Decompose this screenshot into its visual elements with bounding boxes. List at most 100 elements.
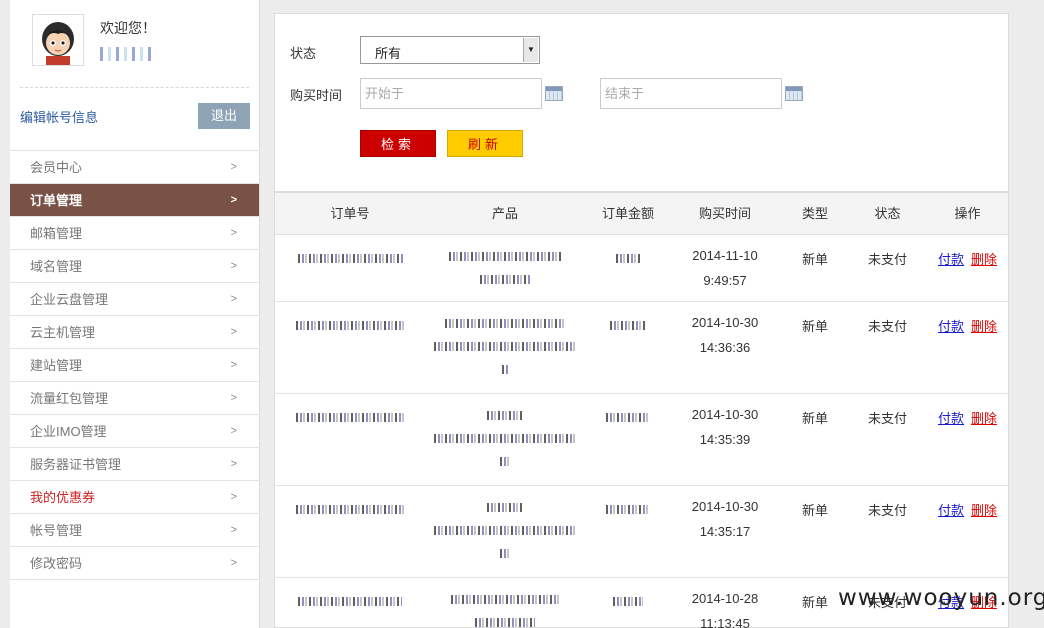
sidebar-item[interactable]: 我的优惠券 > xyxy=(10,481,259,514)
order-type: 新单 xyxy=(801,319,828,334)
sidebar-item-label: 邮箱管理 xyxy=(30,226,83,241)
purchase-clock: 14:36:36 xyxy=(699,340,751,355)
chevron-right-icon: > xyxy=(230,161,237,173)
sidebar-item-label: 订单管理 xyxy=(30,193,83,208)
purchase-time: 2014-10-30 14:35:39 xyxy=(665,402,785,452)
calendar-icon[interactable] xyxy=(785,86,803,101)
amount-redacted xyxy=(593,502,663,517)
purchase-time: 2014-10-30 14:36:36 xyxy=(665,310,785,360)
order-id-redacted xyxy=(290,410,410,425)
column-header: 订单金额 xyxy=(601,206,654,221)
sidebar-item[interactable]: 帐号管理 > xyxy=(10,514,259,547)
amount-redacted xyxy=(593,318,663,333)
column-header: 状态 xyxy=(874,206,901,221)
logout-button[interactable]: 退出 xyxy=(198,103,250,129)
table-row: 2014-10-30 14:35:39 新单 未支付 付款 删除 xyxy=(275,394,1008,486)
sidebar-item[interactable]: 邮箱管理 > xyxy=(10,217,259,250)
purchase-date: 2014-10-30 xyxy=(691,499,759,514)
order-type: 新单 xyxy=(801,503,828,518)
sidebar-item-label: 我的优惠券 xyxy=(30,490,96,505)
edit-account-link[interactable]: 编辑帐号信息 xyxy=(20,107,98,126)
table-header: 订单号 产品 订单金额 购买时间 类型 状态 操作 xyxy=(275,193,1008,235)
amount-redacted xyxy=(593,410,663,425)
pay-link[interactable]: 付款 xyxy=(938,503,964,518)
sidebar-item[interactable]: 订单管理 > xyxy=(10,184,259,217)
order-type: 新单 xyxy=(801,252,828,267)
amount-redacted xyxy=(593,594,663,609)
table-row: 2014-11-10 9:49:57 新单 未支付 付款 删除 xyxy=(275,235,1008,302)
status-select[interactable]: 所有 ▼ xyxy=(360,36,540,64)
pay-link[interactable]: 付款 xyxy=(938,252,964,267)
user-avatar xyxy=(32,14,84,66)
chevron-right-icon: > xyxy=(230,194,237,206)
search-button[interactable]: 检索 xyxy=(360,130,436,157)
purchase-time: 2014-10-28 11:13:45 xyxy=(665,586,785,628)
order-status: 未支付 xyxy=(867,503,907,518)
sidebar-item-label: 修改密码 xyxy=(30,556,83,571)
chevron-right-icon: > xyxy=(230,227,237,239)
sidebar-item[interactable]: 流量红包管理 > xyxy=(10,382,259,415)
sidebar-item-label: 云主机管理 xyxy=(30,325,96,340)
sidebar-item-label: 帐号管理 xyxy=(30,523,83,538)
delete-link[interactable]: 删除 xyxy=(971,252,997,267)
order-table-body: 2014-11-10 9:49:57 新单 未支付 付款 删除 2014-10-30 14:3… xyxy=(275,235,1008,628)
purchase-time-label: 购买时间 xyxy=(290,88,343,103)
order-status: 未支付 xyxy=(867,411,907,426)
sidebar-item[interactable]: 域名管理 > xyxy=(10,250,259,283)
purchase-time: 2014-11-10 9:49:57 xyxy=(665,243,785,293)
chevron-right-icon: > xyxy=(230,326,237,338)
purchase-date: 2014-10-28 xyxy=(691,591,759,606)
watermark: www.wooyun.org xyxy=(838,585,1044,611)
table-row: 2014-10-30 14:35:17 新单 未支付 付款 删除 xyxy=(275,486,1008,578)
main-panel: 状态 所有 ▼ 购买时间 开始于 结束于 检索 刷新 订单号 产品 订单金额 购买时间… xyxy=(274,13,1009,628)
purchase-date: 2014-11-10 xyxy=(692,248,758,263)
purchase-clock: 14:35:39 xyxy=(699,432,751,447)
chevron-right-icon: > xyxy=(230,392,237,404)
avatar-icon xyxy=(33,15,83,65)
user-box: 欢迎您！ xyxy=(20,0,249,88)
amount-redacted xyxy=(593,251,663,266)
sidebar-item[interactable]: 会员中心 > xyxy=(10,151,259,184)
start-date-input[interactable]: 开始于 xyxy=(360,78,542,109)
order-id-redacted xyxy=(290,318,410,333)
sidebar-menu: 会员中心 > 订单管理 > 邮箱管理 > 域名管理 > 企业云盘管理 > 云主机管理 > 建站管理 > 流量… xyxy=(10,150,259,580)
delete-link[interactable]: 删除 xyxy=(971,503,997,518)
sidebar-item-label: 服务器证书管理 xyxy=(30,457,122,472)
sidebar-item[interactable]: 建站管理 > xyxy=(10,349,259,382)
pay-link[interactable]: 付款 xyxy=(938,411,964,426)
sidebar-item[interactable]: 修改密码 > xyxy=(10,547,259,580)
calendar-icon[interactable] xyxy=(545,86,563,101)
sidebar-item[interactable]: 企业IMO管理 > xyxy=(10,415,259,448)
order-id-redacted xyxy=(290,251,410,266)
order-actions: 付款 删除 xyxy=(925,249,1010,268)
welcome-text: 欢迎您！ xyxy=(100,20,156,36)
order-status: 未支付 xyxy=(867,319,907,334)
sidebar-item[interactable]: 服务器证书管理 > xyxy=(10,448,259,481)
sidebar-item-label: 企业云盘管理 xyxy=(30,292,109,307)
pay-link[interactable]: 付款 xyxy=(938,319,964,334)
column-header: 产品 xyxy=(491,206,518,221)
column-header: 操作 xyxy=(954,206,981,221)
order-id-redacted xyxy=(290,594,410,609)
sidebar-item-label: 企业IMO管理 xyxy=(30,424,107,439)
purchase-time: 2014-10-30 14:35:17 xyxy=(665,494,785,544)
sidebar-item-label: 域名管理 xyxy=(30,259,83,274)
chevron-down-icon[interactable]: ▼ xyxy=(523,38,538,62)
sidebar-item[interactable]: 云主机管理 > xyxy=(10,316,259,349)
filter-panel: 状态 所有 ▼ 购买时间 开始于 结束于 检索 刷新 xyxy=(275,14,1008,193)
refresh-button[interactable]: 刷新 xyxy=(447,130,523,157)
purchase-clock: 11:13:45 xyxy=(700,616,750,628)
sidebar-item[interactable]: 企业云盘管理 > xyxy=(10,283,259,316)
sidebar: 欢迎您！ 编辑帐号信息 退出 会员中心 > 订单管理 > 邮箱管理 > 域名管理 > 企业云盘管… xyxy=(10,0,260,628)
column-header: 订单号 xyxy=(330,206,370,221)
delete-link[interactable]: 删除 xyxy=(971,319,997,334)
chevron-right-icon: > xyxy=(230,491,237,503)
delete-link[interactable]: 删除 xyxy=(971,411,997,426)
order-actions: 付款 删除 xyxy=(925,500,1010,519)
purchase-clock: 9:49:57 xyxy=(703,273,747,288)
chevron-right-icon: > xyxy=(230,293,237,305)
product-redacted xyxy=(420,408,590,477)
chevron-right-icon: > xyxy=(230,425,237,437)
status-label: 状态 xyxy=(290,46,317,61)
end-date-input[interactable]: 结束于 xyxy=(600,78,782,109)
